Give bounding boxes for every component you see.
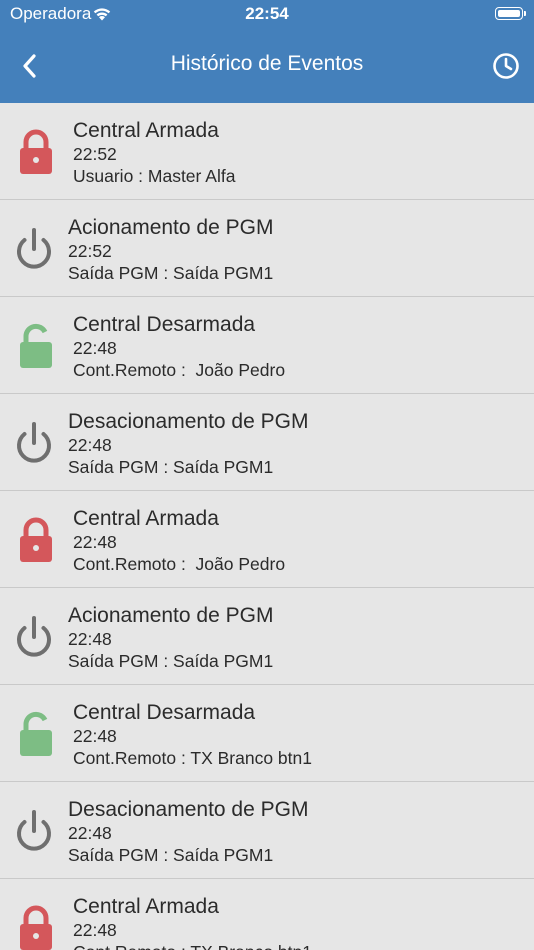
event-detail: Saída PGM : Saída PGM1 [68,457,274,477]
event-title: Central Desarmada [73,701,256,724]
event-text: Desacionamento de PGM 22:48 Saída PGM : Sa… [68,409,308,478]
event-text: Central Armada 22:48 Cont.Remoto : João Pe… [73,506,285,575]
nav-bar: Histórico de Eventos [0,30,534,103]
event-detail: Cont.Remoto : TX Branco btn1 [73,941,312,950]
lock-closed-icon [14,515,58,565]
event-time: 22:48 [68,435,112,455]
battery-icon [495,7,526,20]
list-item[interactable]: Desacionamento de PGM 22:48 Saída PGM : Sa… [0,782,534,879]
event-time: 22:48 [73,726,117,746]
status-bar: Operadora 22:54 [0,0,534,30]
power-icon [12,610,56,660]
lock-closed-icon [14,903,58,950]
event-time: 22:48 [68,823,112,843]
lock-closed-icon [14,127,58,177]
power-icon [12,804,56,854]
power-icon [12,222,56,272]
lock-open-icon [14,321,58,371]
list-item[interactable]: Central Armada 22:48 Cont.Remoto : João Pe… [0,491,534,588]
event-text: Central Desarmada 22:48 Cont.Remoto : João… [73,312,285,381]
event-detail: Saída PGM : Saída PGM1 [68,845,274,865]
event-text: Central Armada22:48Cont.Remoto : TX Bran… [73,894,312,950]
event-text: Desacionamento de PGM 22:48 Saída PGM : Sa… [68,797,308,866]
list-item[interactable]: Acionamento de PGM 22:48 Saída PGM : Saída… [0,588,534,685]
event-time: 22:52 [68,241,112,261]
event-text: Central Armada 22:52 Usuario : Master Alfa [73,118,235,187]
event-title: Central Armada [73,507,219,530]
event-detail: Cont.Remoto : João Pedro [73,360,286,380]
header: Operadora 22:54 Histórico de Eventos [0,0,534,103]
lock-open-icon [14,709,58,759]
event-title: Central Desarmada [73,313,256,336]
event-detail: Saída PGM : Saída PGM1 [68,263,274,283]
event-time: 22:48 [73,338,117,358]
event-time: 22:48 [68,629,112,649]
list-item[interactable]: Central Desarmada 22:48 Cont.Remoto : TX B… [0,685,534,782]
clock-icon [493,53,519,79]
event-title: Acionamento de PGM [68,216,274,239]
power-icon [12,416,56,466]
event-time: 22:52 [73,144,117,164]
event-time: 22:48 [73,532,117,552]
status-time: 22:54 [245,4,289,23]
list-item[interactable]: Desacionamento de PGM 22:48 Saída PGM : Sa… [0,394,534,491]
event-title: Desacionamento de PGM [68,410,309,433]
list-item[interactable]: Central Desarmada 22:48 Cont.Remoto : João… [0,297,534,394]
event-title: Desacionamento de PGM [68,798,309,821]
list-item[interactable]: Central Armada22:48Cont.Remoto : TX Bran… [0,879,534,950]
event-detail: Saída PGM : Saída PGM1 [68,651,274,671]
event-text: Acionamento de PGM 22:48 Saída PGM : Saída… [68,603,273,672]
event-detail: Cont.Remoto : João Pedro [73,554,286,574]
event-time: 22:48 [73,920,117,940]
event-list[interactable]: Central Armada 22:52 Usuario : Master Alfa… [0,103,534,950]
event-title: Central Armada [73,119,219,142]
event-text: Central Desarmada 22:48 Cont.Remoto : TX B… [73,700,312,769]
event-title: Central Armada [73,895,219,918]
event-detail: Usuario : Master Alfa [73,166,236,186]
history-button[interactable] [488,48,524,84]
page-title: Histórico de Eventos [170,52,364,75]
event-detail: Cont.Remoto : TX Branco btn1 [73,748,312,768]
list-item[interactable]: Acionamento de PGM 22:52 Saída PGM : Saída… [0,200,534,297]
event-title: Acionamento de PGM [68,604,274,627]
event-text: Acionamento de PGM 22:52 Saída PGM : Saída… [68,215,273,284]
list-item[interactable]: Central Armada 22:52 Usuario : Master Alfa [0,103,534,200]
